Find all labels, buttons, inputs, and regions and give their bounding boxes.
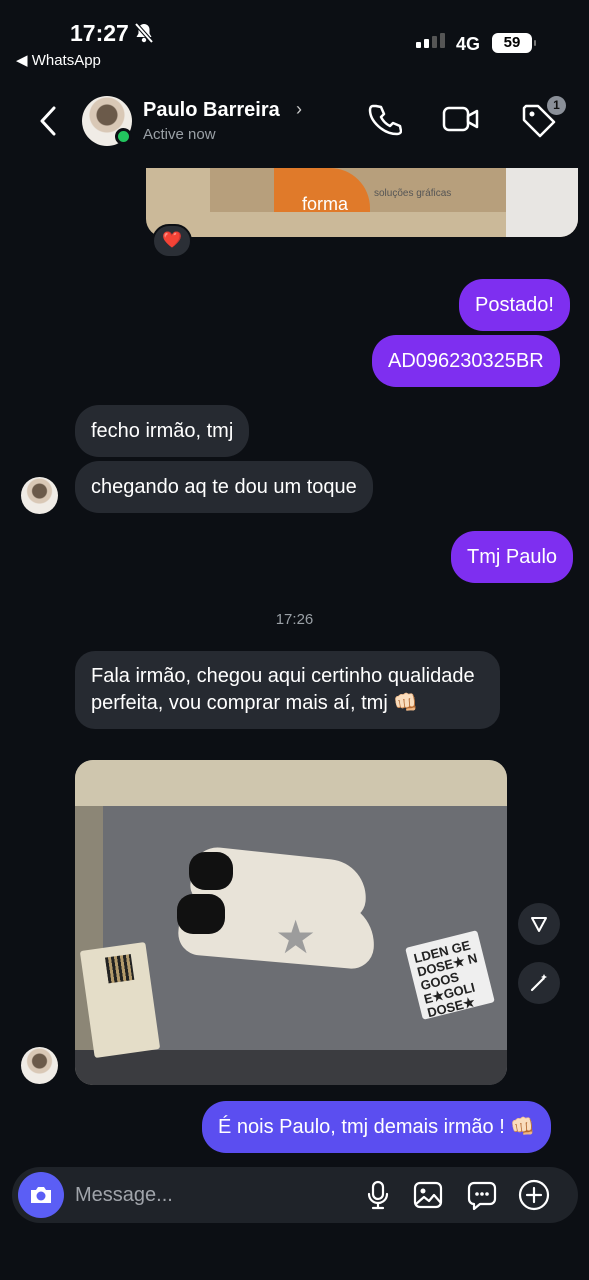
message-input[interactable] [75, 1181, 345, 1209]
avatar[interactable] [21, 477, 58, 514]
contact-status: Active now [143, 126, 216, 143]
chat-header: Paulo Barreira › Active now [0, 80, 589, 168]
phone-icon[interactable] [368, 102, 402, 136]
message-composer [12, 1167, 578, 1223]
message-timestamp: 17:26 [275, 611, 314, 628]
gallery-icon[interactable] [412, 1179, 444, 1211]
video-call-icon[interactable] [442, 102, 480, 136]
photo-brand-subtext: soluções gráficas [374, 188, 452, 199]
back-arrow-icon[interactable] [34, 104, 62, 138]
outgoing-message[interactable]: Tmj Paulo [451, 531, 574, 583]
heart-reaction[interactable]: ❤️ [152, 224, 192, 258]
add-icon[interactable] [518, 1179, 550, 1211]
outgoing-message[interactable]: É nois Paulo, tmj demais irmão ! 👊🏻 [202, 1101, 552, 1153]
outgoing-message[interactable]: AD096230325BR [372, 335, 560, 387]
microphone-icon[interactable] [362, 1179, 394, 1211]
status-bar: 17:27 ◀ WhatsApp 4G 59 [0, 0, 589, 78]
camera-button[interactable] [18, 1172, 64, 1218]
incoming-message[interactable]: chegando aq te dou um toque [75, 461, 373, 513]
camera-icon [31, 1187, 51, 1203]
network-type: 4G [456, 34, 481, 54]
incoming-message[interactable]: fecho irmão, tmj [75, 405, 250, 457]
magic-edit-icon[interactable] [518, 962, 560, 1004]
bell-muted-icon [134, 22, 154, 44]
clock: 17:27 [70, 20, 129, 46]
shared-photo-sneakers[interactable]: ★ LDEN GE DOSE★ N GOOS E★GOLI DOSE★ [75, 760, 507, 1085]
outgoing-message[interactable]: Postado! [459, 279, 570, 331]
notification-badge: 1 [547, 96, 566, 115]
active-status-dot [115, 128, 132, 145]
avatar[interactable] [21, 1047, 58, 1084]
photo-brand-text: forma [302, 194, 349, 214]
shared-photo-package[interactable]: forma soluções gráficas [146, 168, 578, 237]
incoming-message[interactable]: Fala irmão, chegou aqui certinho qualida… [75, 651, 500, 729]
signal-icon [416, 33, 445, 48]
contact-name[interactable]: Paulo Barreira [143, 99, 280, 122]
chevron-right-icon[interactable]: › [296, 99, 302, 120]
forward-icon[interactable] [518, 903, 560, 945]
back-to-app-link[interactable]: ◀ WhatsApp [16, 51, 101, 69]
battery-level: 59 [492, 33, 536, 53]
sticker-chat-icon[interactable] [466, 1179, 498, 1211]
